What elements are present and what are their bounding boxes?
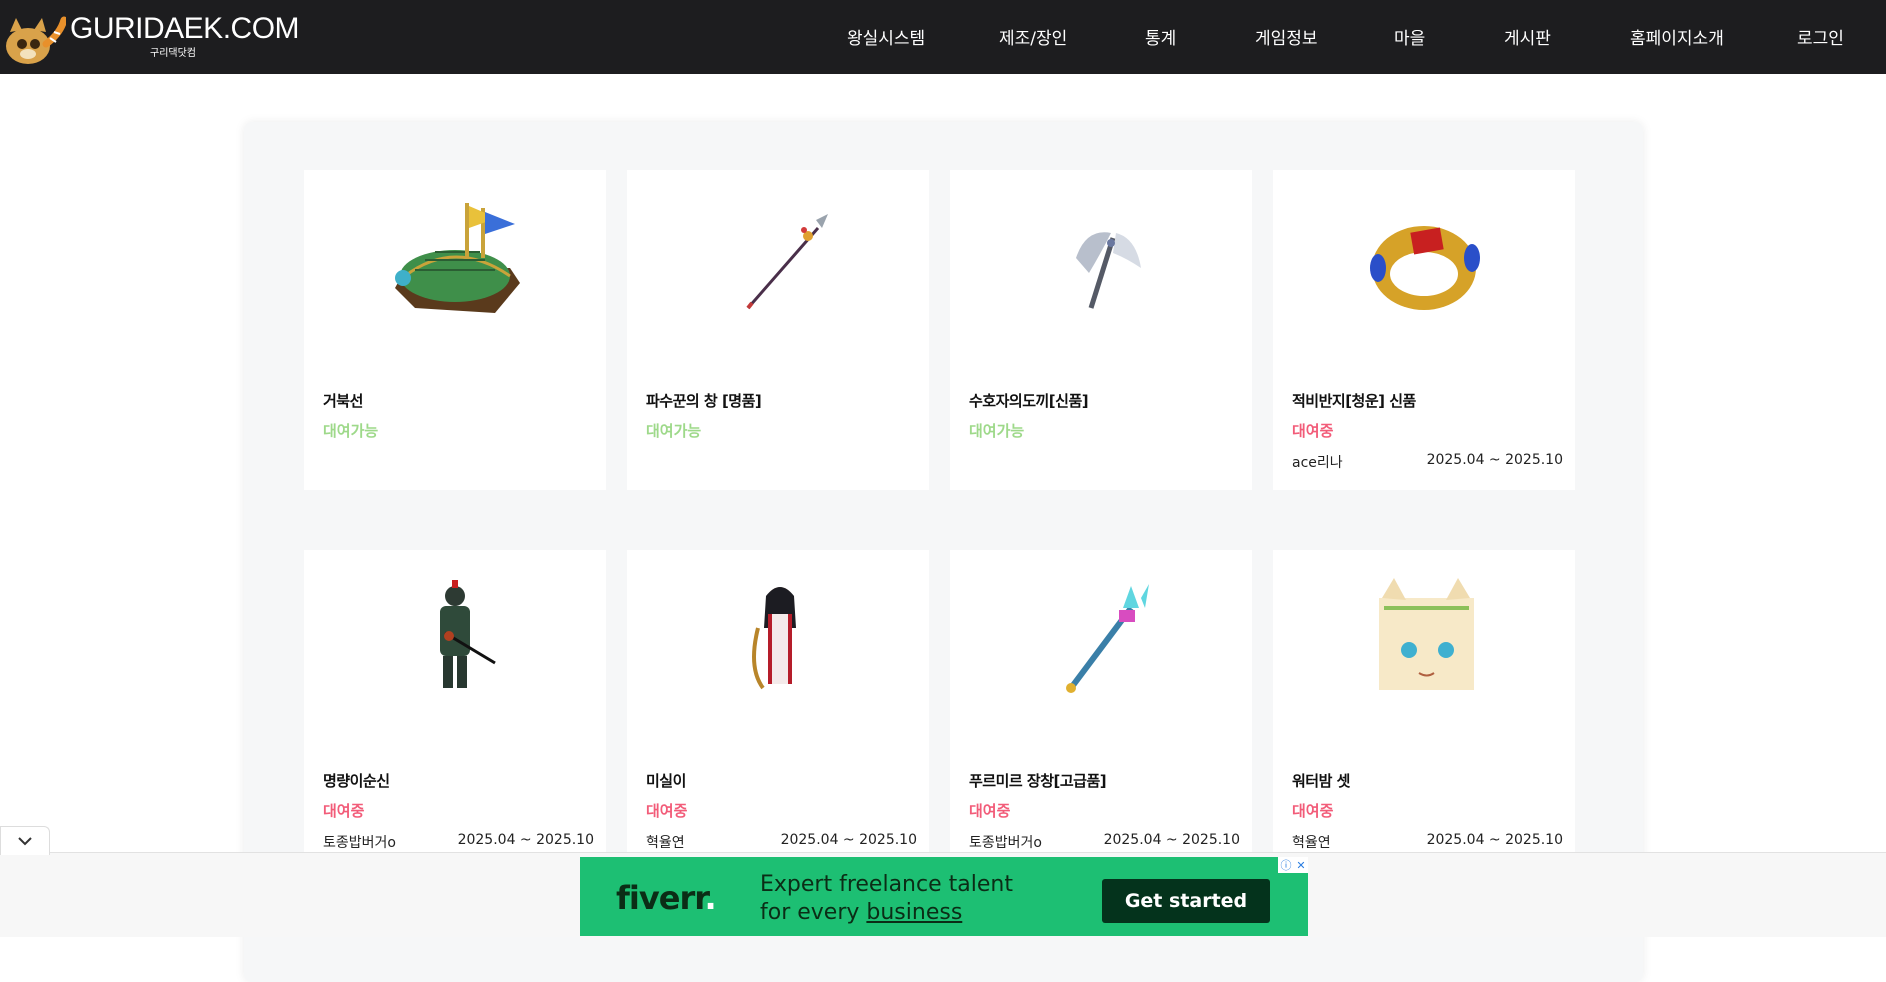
item-card[interactable]: 수호자의도끼[신품] 대여가능 bbox=[950, 170, 1252, 490]
nav-login[interactable]: 로그인 bbox=[1797, 24, 1844, 49]
item-image bbox=[950, 170, 1252, 355]
item-status-available: 대여가능 bbox=[646, 422, 702, 440]
item-renter: ace리나 bbox=[1292, 455, 1343, 471]
item-renter: 토종밥버거o bbox=[969, 835, 1042, 851]
site-logo[interactable]: GURIDAEK.COM 구리댁닷컴 bbox=[0, 8, 300, 64]
turtle-ship-icon bbox=[395, 202, 520, 313]
close-icon[interactable]: ✕ bbox=[1296, 859, 1305, 872]
item-name: 수호자의도끼[신품] bbox=[969, 392, 1089, 410]
item-image bbox=[304, 550, 606, 735]
item-name: 푸르미르 장창[고급품] bbox=[969, 772, 1107, 790]
nav-board[interactable]: 게시판 bbox=[1504, 24, 1551, 49]
item-rental-period: 2025.04 ~ 2025.10 bbox=[1426, 452, 1563, 468]
item-image bbox=[950, 550, 1252, 735]
item-status-rented: 대여중 bbox=[1292, 422, 1334, 440]
axe-icon bbox=[1076, 231, 1141, 309]
item-name: 명량이순신 bbox=[323, 772, 390, 790]
nav-about[interactable]: 홈페이지소개 bbox=[1630, 24, 1724, 49]
item-renter: 혁율연 bbox=[646, 835, 685, 851]
ad-headline: Expert freelance talent for every busine… bbox=[760, 872, 1013, 925]
item-card[interactable]: 거북선 대여가능 bbox=[304, 170, 606, 490]
item-status-available: 대여가능 bbox=[969, 422, 1025, 440]
item-card[interactable]: 적비반지[청운] 신품 대여중 ace리나 2025.04 ~ 2025.10 bbox=[1273, 170, 1575, 490]
item-rental-period: 2025.04 ~ 2025.10 bbox=[1426, 832, 1563, 848]
top-navigation-bar: GURIDAEK.COM 구리댁닷컴 왕실시스템 제조/장인 통계 게임정보 마… bbox=[0, 0, 1886, 74]
warrior-icon bbox=[440, 579, 496, 688]
item-image bbox=[304, 170, 606, 355]
item-renter: 혁율연 bbox=[1292, 835, 1331, 851]
item-card[interactable]: 워터밤 셋 대여중 혁율연 2025.04 ~ 2025.10 bbox=[1273, 550, 1575, 870]
item-image bbox=[1273, 550, 1575, 735]
nav-statistics[interactable]: 통계 bbox=[1145, 24, 1176, 49]
item-rental-period: 2025.04 ~ 2025.10 bbox=[457, 832, 594, 848]
ad-choices[interactable]: ⓘ ✕ bbox=[1278, 857, 1308, 873]
blue-spear-icon bbox=[1066, 583, 1149, 693]
item-card[interactable]: 미실이 대여중 혁율연 2025.04 ~ 2025.10 bbox=[627, 550, 929, 870]
nav-crafting[interactable]: 제조/장인 bbox=[999, 24, 1067, 49]
item-renter: 토종밥버거o bbox=[323, 835, 396, 851]
item-status-rented: 대여중 bbox=[1292, 802, 1334, 820]
fiverr-logo: fiverr. bbox=[616, 879, 717, 917]
ad-collapse-toggle[interactable] bbox=[0, 826, 50, 855]
nav-game-info[interactable]: 게임정보 bbox=[1255, 24, 1318, 49]
chevron-down-icon bbox=[18, 837, 32, 846]
get-started-button[interactable]: Get started bbox=[1102, 879, 1270, 923]
logo-subtitle: 구리댁닷컴 bbox=[150, 48, 196, 59]
item-name: 파수꾼의 창 [명품] bbox=[646, 392, 762, 410]
item-image bbox=[627, 550, 929, 735]
ring-icon bbox=[1370, 225, 1480, 310]
item-card[interactable]: 명량이순신 대여중 토종밥버거o 2025.04 ~ 2025.10 bbox=[304, 550, 606, 870]
item-name: 워터밤 셋 bbox=[1292, 772, 1350, 790]
item-status-rented: 대여중 bbox=[646, 802, 688, 820]
item-card[interactable]: 푸르미르 장창[고급품] 대여중 토종밥버거o 2025.04 ~ 2025.1… bbox=[950, 550, 1252, 870]
spear-icon bbox=[746, 213, 828, 309]
item-status-rented: 대여중 bbox=[323, 802, 365, 820]
item-name: 미실이 bbox=[646, 772, 686, 790]
item-name: 적비반지[청운] 신품 bbox=[1292, 392, 1416, 410]
item-rental-period: 2025.04 ~ 2025.10 bbox=[1103, 832, 1240, 848]
lady-icon bbox=[752, 586, 796, 689]
fiverr-ad-banner[interactable]: fiverr. Expert freelance talent for ever… bbox=[580, 857, 1308, 936]
item-status-available: 대여가능 bbox=[323, 422, 379, 440]
item-name: 거북선 bbox=[323, 392, 363, 410]
item-status-rented: 대여중 bbox=[969, 802, 1011, 820]
item-image bbox=[627, 170, 929, 355]
mascot-logo-icon bbox=[6, 16, 66, 64]
nav-village[interactable]: 마을 bbox=[1394, 24, 1425, 49]
nav-royal-system[interactable]: 왕실시스템 bbox=[847, 24, 925, 49]
logo-text: GURIDAEK.COM bbox=[70, 12, 300, 45]
cat-girl-icon bbox=[1379, 577, 1474, 690]
item-rental-period: 2025.04 ~ 2025.10 bbox=[780, 832, 917, 848]
info-icon[interactable]: ⓘ bbox=[1280, 857, 1291, 873]
item-image bbox=[1273, 170, 1575, 355]
item-card[interactable]: 파수꾼의 창 [명품] 대여가능 bbox=[627, 170, 929, 490]
